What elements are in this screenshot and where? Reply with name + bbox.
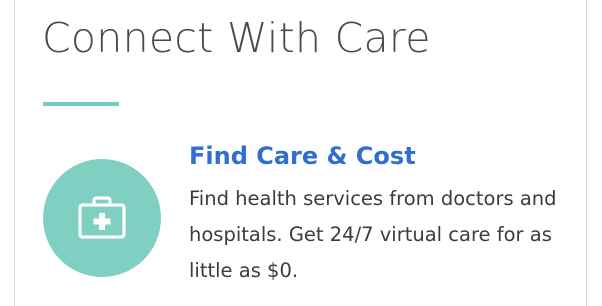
card-description: Find health services from doctors and ho…: [189, 187, 557, 282]
title-underline: [43, 102, 119, 106]
icon-circle: [43, 159, 161, 277]
medical-kit-icon: [78, 196, 126, 239]
connect-with-care-panel: Connect With Care Find Care & Cost Find …: [14, 0, 587, 306]
find-care-cost-card[interactable]: Find Care & Cost Find health services fr…: [41, 138, 586, 306]
card-title[interactable]: Find Care & Cost: [189, 142, 416, 171]
section-title: Connect With Care: [42, 14, 431, 62]
